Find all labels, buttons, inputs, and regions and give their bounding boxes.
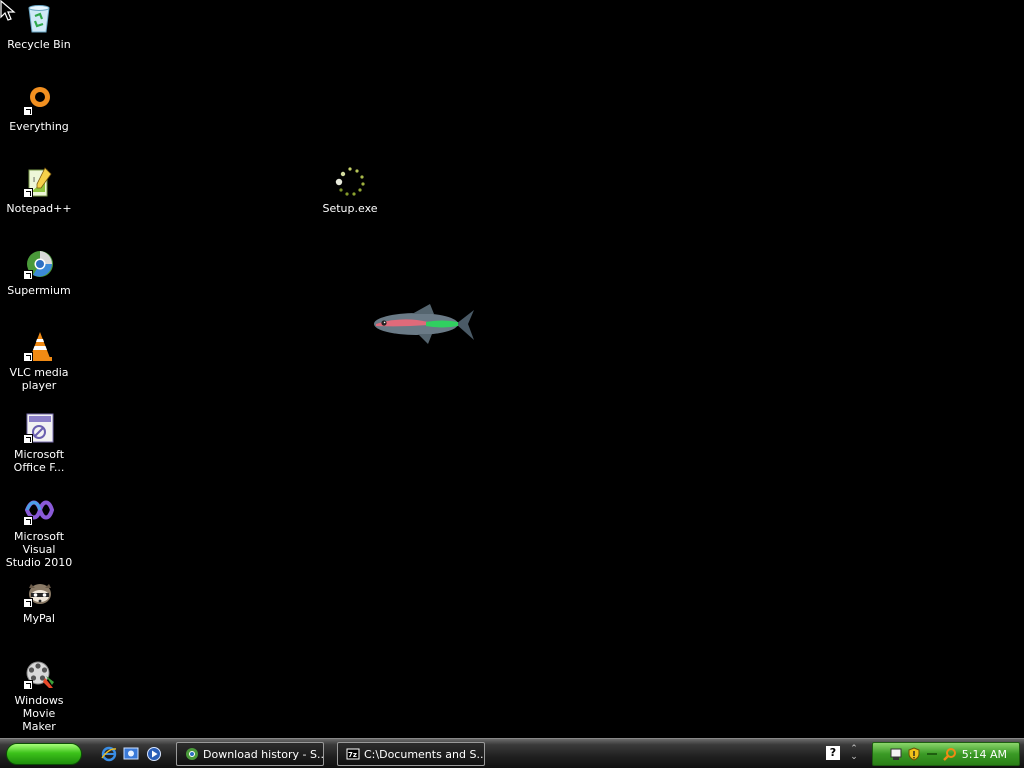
internet-explorer-icon[interactable] [101, 746, 117, 762]
shortcut-arrow-icon [23, 434, 33, 444]
taskbar: Download history - S... 7z C:\Documents … [0, 738, 1024, 768]
shortcut-arrow-icon [23, 188, 33, 198]
desktop-icon-label: Recycle Bin [7, 38, 71, 51]
task-button-label: Download history - S... [203, 747, 324, 761]
vlc-icon [23, 330, 55, 362]
desktop-icon-everything[interactable]: Everything [0, 84, 78, 133]
loading-spinner-icon [334, 166, 366, 198]
clock[interactable]: 5:14 AM [962, 748, 1007, 761]
chevron-down-icon[interactable]: ⌃ ⌄ [848, 745, 860, 762]
desktop-icon-setup-exe[interactable]: Setup.exe [311, 166, 389, 215]
desktop-icon-label: MyPal [23, 612, 55, 625]
desktop-icon-notepadpp[interactable]: I Notepad++ [0, 166, 78, 215]
mypal-icon [23, 576, 55, 608]
movie-maker-icon [23, 658, 55, 690]
recycle-bin-icon [23, 2, 55, 34]
help-icon[interactable]: ? [826, 746, 840, 760]
desktop-icon-vlc[interactable]: VLC media player [0, 330, 78, 392]
supermium-icon [23, 248, 55, 280]
desktop-icon-label: Windows Movie Maker [14, 694, 64, 733]
shortcut-arrow-icon [23, 352, 33, 362]
desktop-icon-label: Microsoft Office F... [13, 448, 65, 474]
network-icon[interactable] [889, 747, 903, 761]
tray-dots-icon[interactable] [925, 747, 939, 761]
desktop-icon-mypal[interactable]: MyPal [0, 576, 78, 625]
desktop-icon-label: Notepad++ [6, 202, 72, 215]
desktop-icon-recycle-bin[interactable]: Recycle Bin [0, 2, 78, 51]
start-button[interactable] [6, 743, 82, 765]
task-button-download-history[interactable]: Download history - S... [176, 742, 324, 766]
svg-text:I: I [33, 176, 35, 184]
task-button-label: C:\Documents and S... [364, 747, 485, 761]
task-button-documents[interactable]: 7z C:\Documents and S... [337, 742, 485, 766]
desktop[interactable]: Recycle Bin Everything I Notepad++ Super… [0, 0, 1024, 738]
desktop-icon-label: VLC media player [9, 366, 69, 392]
search-icon[interactable] [943, 747, 957, 761]
show-desktop-icon[interactable] [123, 746, 139, 762]
media-player-icon[interactable] [146, 746, 162, 762]
svg-text:7z: 7z [348, 751, 357, 759]
shortcut-arrow-icon [23, 598, 33, 608]
fish-image [374, 304, 474, 344]
supermium-icon [186, 748, 198, 760]
desktop-icon-label: Supermium [7, 284, 71, 297]
desktop-icon-label: Microsoft Visual Studio 2010 [5, 530, 73, 569]
security-shield-icon[interactable] [907, 747, 921, 761]
shortcut-arrow-icon [23, 106, 33, 116]
system-tray: 5:14 AM [872, 742, 1020, 766]
everything-icon [23, 84, 55, 116]
shortcut-arrow-icon [23, 270, 33, 280]
desktop-icon-label: Everything [9, 120, 69, 133]
sevenzip-icon: 7z [346, 748, 360, 760]
office-icon [23, 412, 55, 444]
visual-studio-icon [23, 494, 55, 526]
notepadpp-icon: I [23, 166, 55, 198]
shortcut-arrow-icon [23, 680, 33, 690]
desktop-icon-label: Setup.exe [322, 202, 378, 215]
shortcut-arrow-icon [23, 516, 33, 526]
desktop-icon-visual-studio[interactable]: Microsoft Visual Studio 2010 [0, 494, 78, 569]
desktop-icon-movie-maker[interactable]: Windows Movie Maker [0, 658, 78, 733]
desktop-icon-office[interactable]: Microsoft Office F... [0, 412, 78, 474]
desktop-icon-supermium[interactable]: Supermium [0, 248, 78, 297]
